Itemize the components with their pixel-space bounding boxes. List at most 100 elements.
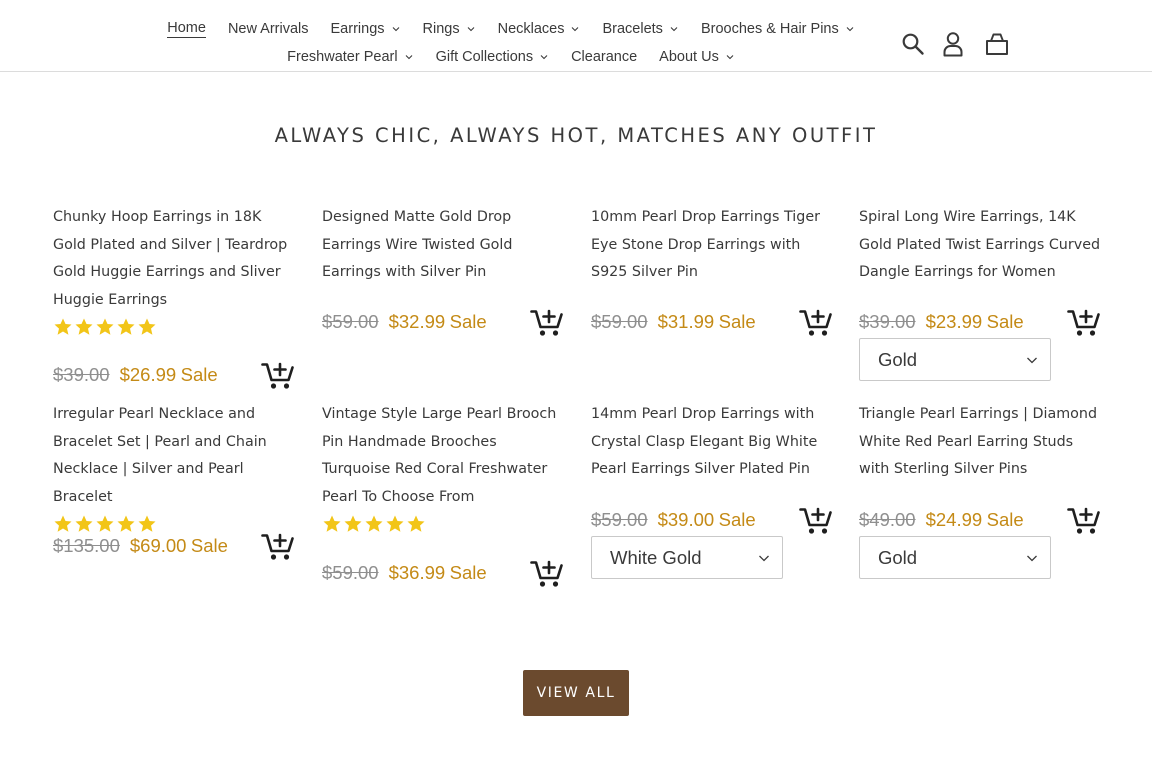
variant-select[interactable]: Gold — [859, 536, 1051, 579]
star-icon — [53, 317, 73, 337]
nav-item-gift-collections[interactable]: Gift Collections — [436, 44, 550, 70]
compare-price: $59.00 — [322, 311, 379, 332]
add-to-cart-icon[interactable] — [799, 504, 833, 536]
chevron-down-icon — [758, 553, 770, 563]
add-to-cart-icon[interactable] — [1067, 504, 1101, 536]
sale-label: Sale — [718, 311, 756, 332]
account-icon[interactable] — [940, 30, 966, 58]
sale-price: $32.99 — [388, 311, 446, 332]
compare-price: $39.00 — [53, 364, 110, 385]
product-card: 10mm Pearl Drop Earrings Tiger Eye Stone… — [591, 204, 833, 336]
star-icon — [406, 514, 426, 534]
sale-price: $24.99 — [925, 509, 983, 530]
add-to-cart-icon[interactable] — [261, 530, 295, 562]
star-icon — [116, 317, 136, 337]
compare-price: $49.00 — [859, 509, 916, 530]
star-icon — [74, 317, 94, 337]
sale-price: $36.99 — [388, 562, 446, 583]
product-title[interactable]: Irregular Pearl Necklace and Bracelet Se… — [53, 406, 267, 505]
price-row: $59.00 $31.99 Sale — [591, 306, 833, 338]
nav-item-bracelets[interactable]: Bracelets — [602, 16, 678, 42]
sale-label: Sale — [986, 311, 1024, 332]
rating-stars — [322, 513, 564, 535]
price-row: $59.00 $39.00 Sale — [591, 504, 833, 536]
nav-item-new-arrivals[interactable]: New Arrivals — [228, 16, 309, 42]
chevron-down-icon — [669, 24, 679, 34]
compare-price: $39.00 — [859, 311, 916, 332]
chevron-down-icon — [1026, 355, 1038, 365]
compare-price: $135.00 — [53, 535, 120, 556]
add-to-cart-icon[interactable] — [799, 306, 833, 338]
product-card: Vintage Style Large Pearl Brooch Pin Han… — [322, 401, 564, 587]
sale-price: $69.00 — [129, 535, 187, 556]
product-title[interactable]: 14mm Pearl Drop Earrings with Crystal Cl… — [591, 406, 817, 477]
star-icon — [137, 317, 157, 337]
product-card: 14mm Pearl Drop Earrings with Crystal Cl… — [591, 401, 833, 579]
chevron-down-icon — [570, 24, 580, 34]
compare-price: $59.00 — [591, 311, 648, 332]
nav-item-clearance[interactable]: Clearance — [571, 44, 637, 70]
search-icon[interactable] — [900, 30, 926, 58]
chevron-down-icon — [466, 24, 476, 34]
sale-price: $31.99 — [657, 311, 715, 332]
nav-item-freshwater-pearl[interactable]: Freshwater Pearl — [287, 44, 413, 70]
nav-item-home[interactable]: Home — [167, 16, 206, 42]
compare-price: $59.00 — [322, 562, 379, 583]
nav-item-earrings[interactable]: Earrings — [331, 16, 401, 42]
site-header: Home New Arrivals Earrings Rings Necklac… — [0, 0, 1152, 72]
sale-label: Sale — [449, 311, 487, 332]
product-title[interactable]: Designed Matte Gold Drop Earrings Wire T… — [322, 209, 512, 280]
star-icon — [385, 514, 405, 534]
add-to-cart-icon[interactable] — [530, 306, 564, 338]
product-title[interactable]: Chunky Hoop Earrings in 18K Gold Plated … — [53, 209, 287, 308]
price-row: $59.00 $32.99 Sale — [322, 306, 564, 338]
variant-select[interactable]: Gold — [859, 338, 1051, 381]
price-row: $39.00 $23.99 Sale — [859, 306, 1101, 338]
variant-select-value: Gold — [878, 348, 918, 370]
chevron-down-icon — [404, 52, 414, 62]
product-title[interactable]: 10mm Pearl Drop Earrings Tiger Eye Stone… — [591, 209, 820, 280]
price-row: $135.00 $69.00 Sale — [53, 530, 295, 562]
star-icon — [322, 514, 342, 534]
section-title: ALWAYS CHIC, ALWAYS HOT, MATCHES ANY OUT… — [274, 124, 878, 147]
nav-item-necklaces[interactable]: Necklaces — [498, 16, 581, 42]
header-icons — [900, 30, 1010, 58]
sale-price: $23.99 — [925, 311, 983, 332]
nav-item-about-us[interactable]: About Us — [659, 44, 735, 70]
variant-select[interactable]: White Gold — [591, 536, 783, 579]
sale-label: Sale — [986, 509, 1024, 530]
view-all-button[interactable]: VIEW ALL — [523, 670, 629, 716]
product-card: Irregular Pearl Necklace and Bracelet Se… — [53, 401, 295, 560]
product-card: Designed Matte Gold Drop Earrings Wire T… — [322, 204, 564, 336]
product-card: Triangle Pearl Earrings | Diamond White … — [859, 401, 1101, 579]
add-to-cart-icon[interactable] — [530, 557, 564, 589]
add-to-cart-icon[interactable] — [1067, 306, 1101, 338]
sale-price: $26.99 — [119, 364, 177, 385]
sale-label: Sale — [449, 562, 487, 583]
add-to-cart-icon[interactable] — [261, 359, 295, 391]
product-card: Chunky Hoop Earrings in 18K Gold Plated … — [53, 204, 295, 389]
price-row: $39.00 $26.99 Sale — [53, 359, 295, 391]
variant-select-value: White Gold — [610, 546, 702, 568]
star-icon — [364, 514, 384, 534]
variant-select-value: Gold — [878, 546, 918, 568]
sale-label: Sale — [190, 535, 228, 556]
product-title[interactable]: Spiral Long Wire Earrings, 14K Gold Plat… — [859, 209, 1100, 280]
price-row: $59.00 $36.99 Sale — [322, 557, 564, 589]
sale-label: Sale — [718, 509, 756, 530]
chevron-down-icon — [391, 24, 401, 34]
star-icon — [95, 317, 115, 337]
chevron-down-icon — [725, 52, 735, 62]
star-icon — [343, 514, 363, 534]
price-row: $49.00 $24.99 Sale — [859, 504, 1101, 536]
nav-item-rings[interactable]: Rings — [423, 16, 476, 42]
product-title[interactable]: Vintage Style Large Pearl Brooch Pin Han… — [322, 406, 556, 505]
rating-stars — [53, 316, 295, 338]
sale-price: $39.00 — [657, 509, 715, 530]
compare-price: $59.00 — [591, 509, 648, 530]
cart-icon[interactable] — [984, 30, 1010, 58]
nav-item-brooches-hair-pins[interactable]: Brooches & Hair Pins — [701, 16, 855, 42]
chevron-down-icon — [1026, 553, 1038, 563]
product-title[interactable]: Triangle Pearl Earrings | Diamond White … — [859, 406, 1097, 477]
chevron-down-icon — [539, 52, 549, 62]
